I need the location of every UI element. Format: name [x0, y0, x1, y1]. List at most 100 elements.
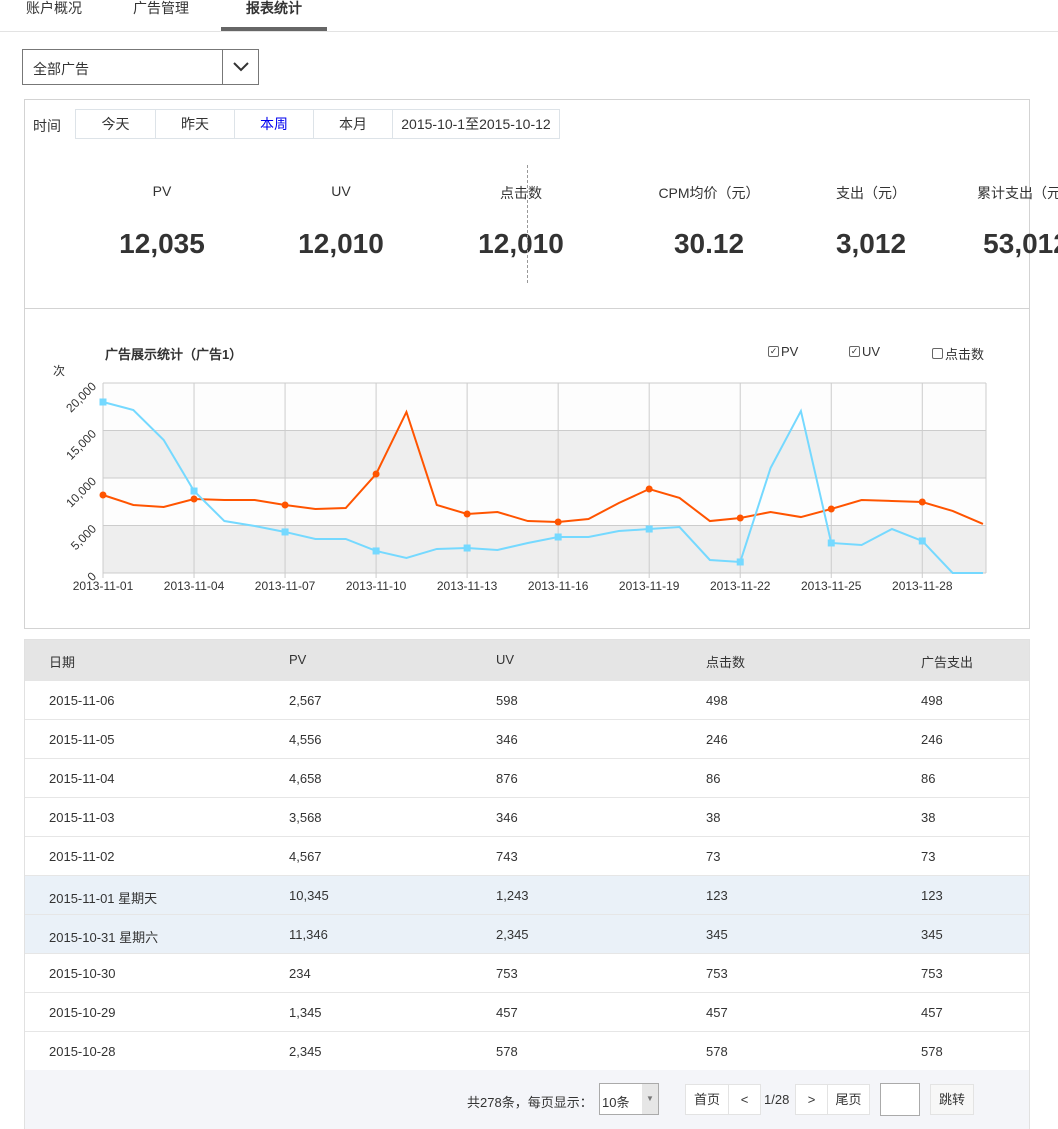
- table-header: 日期 PV UV 点击数 广告支出: [25, 640, 1029, 681]
- cell-clicks: 86: [706, 771, 721, 786]
- cell-spend: 457: [921, 1005, 943, 1020]
- data-point: [827, 505, 835, 513]
- prev-page-button[interactable]: <: [728, 1084, 761, 1115]
- next-page-button[interactable]: >: [795, 1084, 828, 1115]
- last-page-button[interactable]: 尾页: [827, 1084, 870, 1115]
- first-page-button[interactable]: 首页: [685, 1084, 729, 1115]
- cell-date: 2015-11-04: [49, 771, 115, 786]
- cell-date: 2015-11-03: [49, 810, 115, 825]
- cell-uv: 1,243: [496, 888, 529, 903]
- cell-date: 2015-11-01 星期天: [49, 891, 158, 906]
- cell-spend: 86: [921, 771, 936, 786]
- cell-pv: 2,345: [289, 1044, 322, 1059]
- cell-date: 2015-10-30: [49, 966, 116, 981]
- table-row: 2015-10-29 1,345 457 457 457: [25, 993, 1029, 1032]
- data-point: [190, 495, 198, 503]
- cell-date: 2015-11-02: [49, 849, 115, 864]
- cell-spend: 498: [921, 693, 943, 708]
- x-tick-label: 2013-11-13: [437, 579, 498, 593]
- cell-clicks: 38: [706, 810, 721, 825]
- page-size-select[interactable]: 10条 ▼: [599, 1083, 659, 1115]
- y-tick-label: 5,000: [68, 521, 99, 552]
- table-row: 2015-10-28 2,345 578 578 578: [25, 1032, 1029, 1071]
- pagination: 共278条，每页显示： 10条 ▼ 首页 < 1/28 > 尾页 跳转: [25, 1070, 1029, 1129]
- table-row: 2015-11-03 3,568 346 38 38: [25, 798, 1029, 837]
- cell-clicks: 457: [706, 1005, 728, 1020]
- cell-uv: 743: [496, 849, 518, 864]
- cell-date: 2015-10-28: [49, 1044, 116, 1059]
- x-tick-label: 2013-11-22: [710, 579, 771, 593]
- jump-page-input[interactable]: [880, 1083, 920, 1116]
- data-point: [99, 398, 107, 406]
- total-count: 共278条，每页显示：: [467, 1095, 593, 1110]
- cell-uv: 346: [496, 810, 518, 825]
- data-point: [372, 547, 380, 555]
- table-row: 2015-10-31 星期六 11,346 2,345 345 345: [25, 915, 1029, 954]
- plot-band: [103, 383, 986, 431]
- cell-spend: 246: [921, 732, 943, 747]
- stats-panel: 时间 今天 昨天 本周 本月 2015-10-1至2015-10-12 PV 12…: [24, 99, 1058, 629]
- data-point: [372, 470, 380, 478]
- data-point: [918, 537, 926, 545]
- y-tick-label: 10,000: [63, 474, 99, 510]
- y-tick-label: 15,000: [63, 426, 99, 462]
- cell-date: 2015-10-31 星期六: [49, 930, 159, 945]
- data-point: [736, 514, 744, 522]
- table-row: 2015-11-02 4,567 743 73 73: [25, 837, 1029, 876]
- data-point: [827, 539, 835, 547]
- header-spend: 广告支出: [921, 655, 974, 670]
- table-row: 2015-11-05 4,556 346 246 246: [25, 720, 1029, 759]
- plot-band: [103, 525, 986, 573]
- cell-clicks: 73: [706, 849, 721, 864]
- cell-pv: 234: [289, 966, 311, 981]
- data-point: [645, 525, 653, 533]
- header-pv: PV: [289, 652, 307, 667]
- y-axis-label: 次: [53, 364, 65, 378]
- cell-pv: 10,345: [289, 888, 329, 903]
- cell-pv: 4,556: [289, 732, 322, 747]
- cell-pv: 2,567: [289, 693, 322, 708]
- cell-uv: 2,345: [496, 927, 529, 942]
- cell-pv: 3,568: [289, 810, 322, 825]
- plot-band: [103, 430, 986, 478]
- cell-date: 2015-10-29: [49, 1005, 116, 1020]
- table-row: 2015-10-30 234 753 753 753: [25, 954, 1029, 993]
- cell-clicks: 246: [706, 732, 728, 747]
- jump-button[interactable]: 跳转: [930, 1084, 974, 1115]
- table-row: 2015-11-01 星期天 10,345 1,243 123 123: [25, 876, 1029, 915]
- data-point: [554, 533, 562, 541]
- cell-spend: 578: [921, 1044, 943, 1059]
- data-table: 日期 PV UV 点击数 广告支出 2015-11-06 2,567 598 498 4…: [24, 639, 1030, 1129]
- x-tick-label: 2013-11-04: [164, 579, 225, 593]
- cell-pv: 4,658: [289, 771, 322, 786]
- x-tick-label: 2013-11-19: [619, 579, 680, 593]
- table-row: 2015-11-06 2,567 598 498 498: [25, 681, 1029, 720]
- cell-clicks: 578: [706, 1044, 728, 1059]
- cell-pv: 1,345: [289, 1005, 322, 1020]
- data-point: [645, 485, 653, 493]
- page-size-value: 10条: [602, 1095, 630, 1110]
- data-point: [918, 498, 926, 506]
- cell-date: 2015-11-05: [49, 732, 115, 747]
- cell-uv: 578: [496, 1044, 518, 1059]
- x-tick-label: 2013-11-16: [528, 579, 589, 593]
- data-point: [99, 491, 107, 499]
- cell-clicks: 123: [706, 888, 728, 903]
- cell-uv: 346: [496, 732, 518, 747]
- current-page: 1/28: [764, 1092, 790, 1107]
- cell-clicks: 753: [706, 966, 728, 981]
- cell-date: 2015-11-06: [49, 693, 115, 708]
- cell-spend: 73: [921, 849, 936, 864]
- x-tick-label: 2013-11-07: [255, 579, 316, 593]
- dropdown-arrow-icon[interactable]: ▼: [642, 1084, 658, 1114]
- x-tick-label: 2013-11-28: [892, 579, 953, 593]
- table-row: 2015-11-04 4,658 876 86 86: [25, 759, 1029, 798]
- data-point: [281, 528, 289, 536]
- data-point: [736, 558, 744, 566]
- data-point: [190, 487, 198, 495]
- data-point: [281, 501, 289, 509]
- cell-pv: 11,346: [289, 927, 328, 942]
- x-tick-label: 2013-11-01: [73, 579, 134, 593]
- header-clicks: 点击数: [706, 655, 746, 670]
- data-point: [554, 518, 562, 526]
